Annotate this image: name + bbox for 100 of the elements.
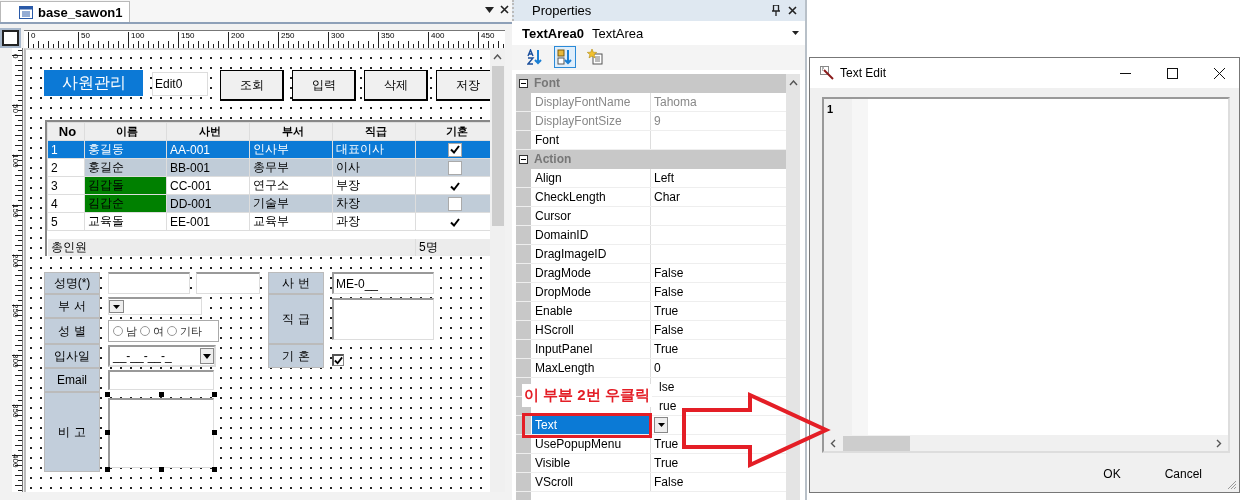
resize-handle[interactable] xyxy=(105,467,110,472)
dropdown-icon[interactable] xyxy=(485,6,494,13)
form-button[interactable]: 삭제 xyxy=(364,70,428,101)
ruler-label: 0 xyxy=(30,31,36,40)
field-label: 입사일 xyxy=(44,344,100,368)
checkbox[interactable] xyxy=(448,160,462,175)
ruler-label: 100 xyxy=(12,154,20,168)
column-header[interactable]: 사번 xyxy=(166,122,250,141)
property-name[interactable]: Visible xyxy=(532,454,651,472)
checkbox[interactable] xyxy=(449,216,461,229)
property-name[interactable]: InputPanel xyxy=(532,340,651,358)
input-field[interactable] xyxy=(108,370,214,390)
property-name[interactable]: Align xyxy=(532,169,651,187)
checkbox[interactable] xyxy=(448,142,462,157)
property-name[interactable]: VScroll xyxy=(532,473,651,491)
property-value[interactable]: rue xyxy=(651,397,786,415)
scroll-right-icon[interactable] xyxy=(1216,438,1222,448)
property-value[interactable]: Left xyxy=(651,169,786,187)
checkbox[interactable] xyxy=(449,180,461,193)
document-tab[interactable]: base_sawon1 xyxy=(0,1,130,22)
collapse-icon[interactable] xyxy=(519,155,528,164)
date-field[interactable]: __-__-__-_ xyxy=(108,345,216,367)
input-field[interactable] xyxy=(196,272,260,294)
column-header[interactable]: No xyxy=(47,122,85,141)
property-value[interactable]: Char xyxy=(651,188,786,206)
close-icon[interactable] xyxy=(788,6,797,16)
resize-handle[interactable] xyxy=(105,430,110,435)
radio-button[interactable]: 남 xyxy=(113,323,137,339)
property-value[interactable]: 0 xyxy=(651,359,786,377)
text-editor[interactable]: 1 xyxy=(822,97,1230,453)
scroll-left-icon[interactable] xyxy=(830,438,836,448)
form-button[interactable]: 저장 xyxy=(436,70,490,101)
scrollbar[interactable] xyxy=(786,74,800,500)
resize-grip-icon[interactable] xyxy=(1227,480,1237,490)
property-name[interactable]: DragMode xyxy=(532,264,651,282)
property-value[interactable]: True xyxy=(651,454,786,472)
caret-icon xyxy=(657,423,665,427)
grid-row[interactable]: 3 김갑돌 CC-001 연구소 부장 xyxy=(47,176,490,195)
resize-handle[interactable] xyxy=(159,467,164,472)
dropdown-field[interactable] xyxy=(108,297,202,315)
close-icon[interactable] xyxy=(500,5,509,14)
input-field[interactable] xyxy=(108,272,190,294)
radio-button[interactable]: 기타 xyxy=(167,323,202,339)
column-header[interactable]: 직급 xyxy=(332,122,416,141)
text-area[interactable] xyxy=(332,298,434,340)
property-name[interactable]: HScroll xyxy=(532,321,651,339)
scroll-thumb[interactable] xyxy=(491,66,504,226)
property-name[interactable]: CheckLength xyxy=(532,188,651,206)
field-label: 성명(*) xyxy=(44,272,100,294)
resize-handle[interactable] xyxy=(159,392,164,397)
property-name[interactable]: DropMode xyxy=(532,283,651,301)
property-value[interactable]: True xyxy=(651,302,786,320)
grid-row[interactable]: 2 홍길순 BB-001 총무부 이사 xyxy=(47,158,490,177)
text-area[interactable] xyxy=(108,398,214,468)
dropdown-button[interactable] xyxy=(654,417,668,433)
property-name[interactable]: MaxLength xyxy=(532,359,651,377)
property-name[interactable]: DomainID xyxy=(532,226,651,244)
toolbar-button[interactable] xyxy=(554,46,576,69)
resize-handle[interactable] xyxy=(212,467,217,472)
property-name[interactable]: Text xyxy=(532,416,651,434)
radio-button[interactable]: 여 xyxy=(140,323,164,339)
dialog-button[interactable]: OK xyxy=(1093,463,1131,485)
maximize-icon[interactable] xyxy=(1167,67,1178,79)
resize-handle[interactable] xyxy=(212,392,217,397)
collapse-icon[interactable] xyxy=(519,79,528,88)
property-name[interactable]: UsePopupMenu xyxy=(532,435,651,453)
form-button[interactable]: 입력 xyxy=(292,70,356,101)
edit-field[interactable]: Edit0 xyxy=(152,72,208,96)
grid-row[interactable]: 5 교육돌 EE-001 교육부 과장 xyxy=(47,212,490,231)
object-selector[interactable]: TextArea0 TextArea xyxy=(512,21,805,45)
property-value[interactable]: True xyxy=(651,435,786,453)
column-header[interactable]: 부서 xyxy=(249,122,333,141)
property-name[interactable]: DragImageID xyxy=(532,245,651,263)
property-name[interactable]: Enable xyxy=(532,302,651,320)
scroll-up-icon[interactable] xyxy=(493,54,502,60)
checkbox[interactable] xyxy=(332,354,344,366)
scroll-up-icon[interactable] xyxy=(788,80,798,86)
grid-row[interactable]: 4 김갑순 DD-001 기술부 차장 xyxy=(47,194,490,213)
pin-icon[interactable] xyxy=(772,5,780,17)
property-value[interactable]: False xyxy=(651,264,786,282)
input-field[interactable]: ME-0__ xyxy=(332,272,434,294)
scroll-thumb[interactable] xyxy=(843,435,910,451)
scrollbar[interactable] xyxy=(824,435,1228,451)
property-name[interactable]: Cursor xyxy=(532,207,651,225)
resize-handle[interactable] xyxy=(212,430,217,435)
checkbox[interactable] xyxy=(448,196,462,211)
dialog-button[interactable]: Cancel xyxy=(1154,463,1212,485)
property-value[interactable]: False xyxy=(651,473,786,491)
property-value[interactable]: lse xyxy=(651,378,786,396)
resize-handle[interactable] xyxy=(105,392,110,397)
ruler-label: 50 xyxy=(12,104,20,113)
column-header[interactable]: 이름 xyxy=(84,122,167,141)
close-icon[interactable] xyxy=(1214,67,1225,79)
property-value[interactable]: False xyxy=(651,321,786,339)
property-value[interactable]: True xyxy=(651,340,786,358)
form-button[interactable]: 조회 xyxy=(220,70,284,101)
column-header[interactable]: 기혼 xyxy=(415,122,490,141)
property-name[interactable]: Font xyxy=(532,131,651,149)
property-value[interactable]: False xyxy=(651,283,786,301)
grid-row[interactable]: 1 홍길동 AA-001 인사부 대표이사 xyxy=(47,140,490,159)
